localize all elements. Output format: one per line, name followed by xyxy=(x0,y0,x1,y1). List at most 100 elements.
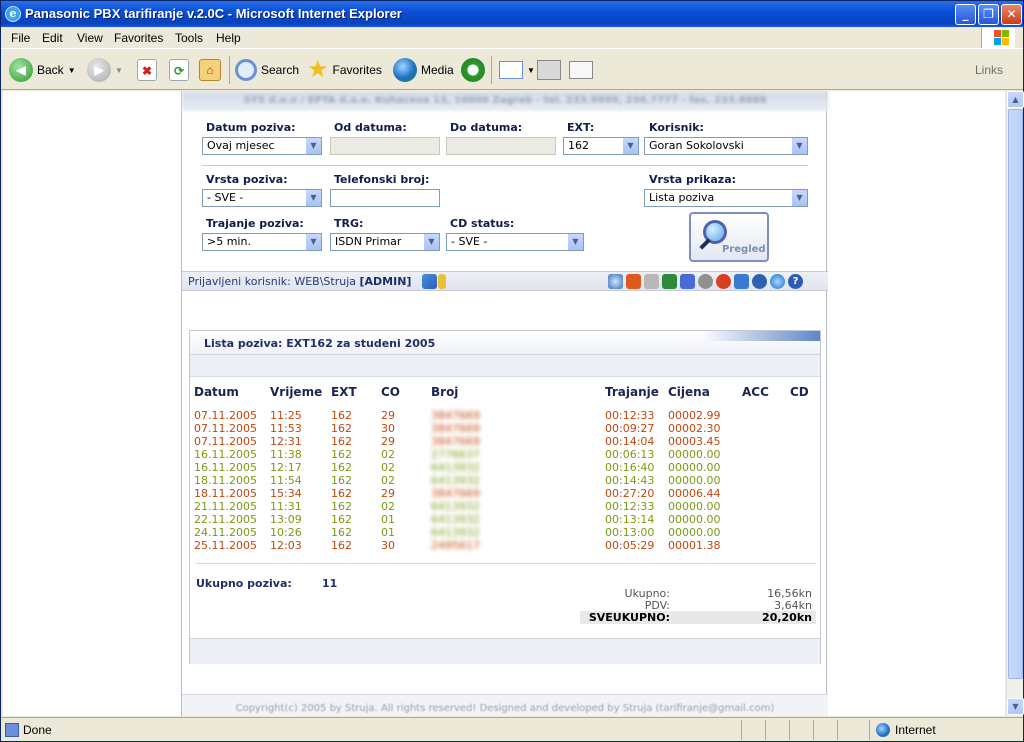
cell-cijena: 00000.00 xyxy=(668,513,721,526)
ukupno-poziva-value: 11 xyxy=(322,577,338,590)
title-bar: e Panasonic PBX tarifiranje v.2.0C - Mic… xyxy=(1,1,1023,27)
cell-broj: 3847669 xyxy=(431,487,480,500)
media-button[interactable]: Media xyxy=(393,56,454,84)
gear-icon[interactable] xyxy=(698,274,713,289)
print-button[interactable] xyxy=(537,56,561,84)
cell-vrijeme: 11:38 xyxy=(270,448,302,461)
copyright-text: Copyright(c) 2005 by Struja. All rights … xyxy=(235,703,775,714)
disk-icon[interactable] xyxy=(752,274,767,289)
window-icon[interactable] xyxy=(734,274,749,289)
datum-poziva-value: Ovaj mjesec xyxy=(207,139,275,152)
cell-vrijeme: 11:25 xyxy=(270,409,302,422)
chevron-down-icon: ▼ xyxy=(791,190,807,206)
history-button[interactable] xyxy=(461,56,485,84)
call-list-footer xyxy=(190,638,820,664)
cell-ext: 162 xyxy=(331,409,352,422)
call-list-panel: Lista poziva: EXT162 za studeni 2005 Dat… xyxy=(189,330,821,664)
cell-datum: 25.11.2005 xyxy=(194,539,257,552)
cell-broj: 3847669 xyxy=(431,422,480,435)
scroll-thumb[interactable] xyxy=(1008,109,1023,679)
window-title: Panasonic PBX tarifiranje v.2.0C - Micro… xyxy=(25,6,402,21)
stop-button[interactable]: ✖ xyxy=(137,56,157,84)
table-row: 16.11.2005 12:17 162 02 6413932 00:16:40 00000… xyxy=(190,461,820,474)
cell-vrijeme: 10:26 xyxy=(270,526,302,539)
datum-poziva-select[interactable]: Ovaj mjesec ▼ xyxy=(202,137,322,155)
trajanje-poziva-select[interactable]: >5 min. ▼ xyxy=(202,233,322,251)
vrsta-prikaza-select[interactable]: Lista poziva ▼ xyxy=(644,189,808,207)
cell-cijena: 00003.45 xyxy=(668,435,721,448)
menu-edit[interactable]: Edit xyxy=(42,31,63,45)
menu-file[interactable]: File xyxy=(11,31,30,45)
menu-view[interactable]: View xyxy=(77,31,103,45)
help-icon[interactable]: ? xyxy=(788,274,803,289)
table-row: 21.11.2005 11:31 162 02 6413932 00:12:33 00000… xyxy=(190,500,820,513)
forward-arrow-icon: ▶ xyxy=(87,58,111,82)
od-datuma-input[interactable] xyxy=(330,137,440,155)
search-icon[interactable] xyxy=(608,274,623,289)
pregled-button[interactable]: Pregled xyxy=(689,212,769,262)
menu-favorites[interactable]: Favorites xyxy=(114,31,163,45)
menu-help[interactable]: Help xyxy=(216,31,241,45)
vrsta-prikaza-label: Vrsta prikaza: xyxy=(649,173,737,186)
back-dropdown-icon[interactable]: ▼ xyxy=(68,66,76,75)
clock-icon[interactable] xyxy=(716,274,731,289)
cell-co: 30 xyxy=(381,422,395,435)
cell-datum: 07.11.2005 xyxy=(194,409,257,422)
cell-datum: 24.11.2005 xyxy=(194,526,257,539)
key-icon[interactable] xyxy=(438,274,446,289)
links-toolbar[interactable]: Links xyxy=(975,63,1003,77)
mail-icon xyxy=(499,61,523,79)
favorites-button[interactable]: ★ Favorites xyxy=(307,56,382,84)
maximize-button[interactable]: ❐ xyxy=(978,4,999,25)
pregled-label: Pregled xyxy=(722,244,766,255)
cd-status-label: CD status: xyxy=(450,217,515,230)
globe-icon[interactable] xyxy=(770,274,785,289)
user-switch-icon[interactable] xyxy=(422,274,437,289)
trg-select[interactable]: ISDN Primar ▼ xyxy=(330,233,440,251)
table-row: 22.11.2005 13:09 162 01 6413932 00:13:14 00000… xyxy=(190,513,820,526)
cell-vrijeme: 11:31 xyxy=(270,500,302,513)
korisnik-select[interactable]: Goran Sokolovski ▼ xyxy=(644,137,808,155)
edit-button[interactable] xyxy=(569,56,593,84)
vertical-scrollbar[interactable]: ▲ ▼ xyxy=(1006,91,1024,716)
mail-dropdown-icon[interactable]: ▼ xyxy=(527,66,535,75)
excel-icon[interactable] xyxy=(662,274,677,289)
company-header: SYS d.o.o / EPTA d.o.o. Kuhaceva 13, 100… xyxy=(182,91,828,111)
do-datuma-input[interactable] xyxy=(446,137,556,155)
chevron-down-icon: ▼ xyxy=(305,234,321,250)
refresh-icon: ⟳ xyxy=(169,59,189,81)
mail-button[interactable]: ▼ xyxy=(499,56,535,84)
cd-status-select[interactable]: - SVE - ▼ xyxy=(446,233,584,251)
search-button[interactable]: Search xyxy=(235,56,299,84)
telefonski-broj-input[interactable] xyxy=(330,189,440,207)
ie-icon: e xyxy=(5,6,21,22)
cell-ext: 162 xyxy=(331,422,352,435)
home-icon[interactable] xyxy=(626,274,641,289)
user-bar: Prijavljeni korisnik: WEB\Struja [ADMIN]… xyxy=(182,271,828,291)
forward-button[interactable]: ▶ ▼ xyxy=(87,56,123,84)
scroll-down-icon[interactable]: ▼ xyxy=(1007,698,1024,715)
cell-datum: 16.11.2005 xyxy=(194,448,257,461)
menu-tools[interactable]: Tools xyxy=(175,31,203,45)
back-button[interactable]: ◀ Back ▼ xyxy=(9,56,76,84)
ukupno-poziva-label: Ukupno poziva: xyxy=(196,577,292,590)
vrsta-poziva-select[interactable]: - SVE - ▼ xyxy=(202,189,322,207)
forward-dropdown-icon[interactable]: ▼ xyxy=(115,66,123,75)
refresh-button[interactable]: ⟳ xyxy=(169,56,189,84)
users-icon[interactable] xyxy=(680,274,695,289)
minimize-button[interactable]: _ xyxy=(955,4,976,25)
trajanje-poziva-value: >5 min. xyxy=(207,235,251,248)
ext-select[interactable]: 162 ▼ xyxy=(563,137,639,155)
home-button[interactable]: ⌂ xyxy=(199,56,221,84)
close-button[interactable]: ✕ xyxy=(1001,4,1022,25)
chevron-down-icon: ▼ xyxy=(305,190,321,206)
korisnik-label: Korisnik: xyxy=(649,121,704,134)
cell-ext: 162 xyxy=(331,435,352,448)
cell-ext: 162 xyxy=(331,474,352,487)
edit-page-icon xyxy=(569,61,593,79)
cell-trajanje: 00:06:13 xyxy=(605,448,655,461)
scroll-up-icon[interactable]: ▲ xyxy=(1007,91,1024,108)
print-icon[interactable] xyxy=(644,274,659,289)
star-icon: ★ xyxy=(307,56,329,83)
cell-cijena: 00000.00 xyxy=(668,500,721,513)
